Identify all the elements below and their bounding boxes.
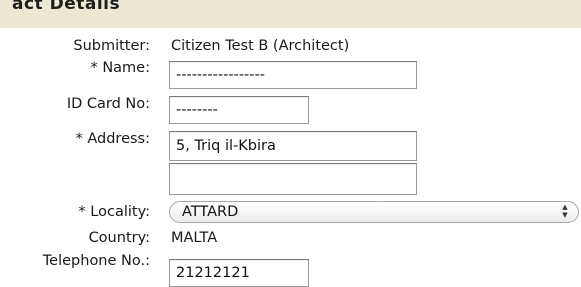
section-header: act Details [0,0,581,28]
address-label: * Address: [75,131,151,147]
id-card-label: ID Card No: [66,96,150,112]
name-label: * Name: [90,60,150,76]
country-label: Country: [88,230,150,246]
address-line1-field[interactable] [169,131,417,161]
section-title: act Details [12,0,121,14]
locality-selected-value: ATTARD [182,204,239,220]
telephone-label: Telephone No.: [42,253,150,269]
telephone-field[interactable] [169,259,309,287]
address-line2-field[interactable] [169,163,417,195]
up-down-chevron-icon: ▲ ▼ [562,203,568,219]
id-card-field[interactable] [169,96,309,124]
submitter-value: Citizen Test B (Architect) [171,38,350,54]
locality-select[interactable]: ATTARD ▲ ▼ [169,201,579,223]
name-field[interactable] [169,61,417,89]
locality-label: * Locality: [78,204,150,220]
country-value: MALTA [171,230,218,246]
submitter-label: Submitter: [73,38,150,54]
